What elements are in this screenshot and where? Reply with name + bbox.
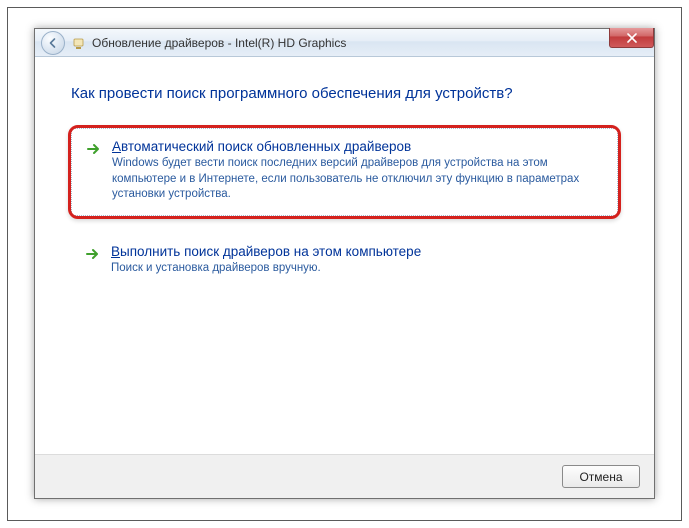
titlebar: Обновление драйверов - Intel(R) HD Graph… bbox=[35, 29, 654, 57]
option-auto-search[interactable]: Автоматический поиск обновленных драйвер… bbox=[71, 128, 618, 216]
cancel-button[interactable]: Отмена bbox=[562, 465, 640, 488]
arrow-right-icon bbox=[85, 244, 103, 277]
window-title: Обновление драйверов - Intel(R) HD Graph… bbox=[92, 36, 346, 50]
back-button[interactable] bbox=[41, 31, 65, 55]
option-auto-search-highlight: Автоматический поиск обновленных драйвер… bbox=[71, 128, 618, 216]
close-button[interactable] bbox=[609, 28, 654, 48]
option-desc: Windows будет вести поиск последних верс… bbox=[112, 156, 603, 203]
page-heading: Как провести поиск программного обеспече… bbox=[71, 85, 618, 102]
content-area: Как провести поиск программного обеспече… bbox=[35, 57, 654, 454]
close-icon bbox=[627, 33, 637, 43]
back-arrow-icon bbox=[47, 37, 59, 49]
option-desc: Поиск и установка драйверов вручную. bbox=[111, 261, 604, 277]
device-icon bbox=[73, 36, 87, 50]
option-browse-computer[interactable]: Выполнить поиск драйверов на этом компью… bbox=[71, 234, 618, 289]
driver-update-dialog: Обновление драйверов - Intel(R) HD Graph… bbox=[34, 28, 655, 499]
arrow-right-icon bbox=[86, 139, 104, 203]
option-title: Автоматический поиск обновленных драйвер… bbox=[112, 139, 603, 154]
footer: Отмена bbox=[35, 454, 654, 498]
option-title: Выполнить поиск драйверов на этом компью… bbox=[111, 244, 604, 259]
